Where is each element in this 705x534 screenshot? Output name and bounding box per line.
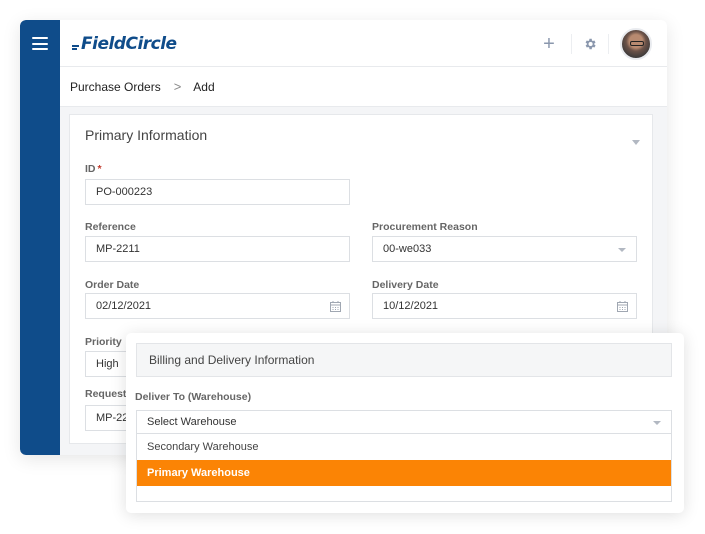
reference-label: Reference xyxy=(85,221,136,233)
plus-icon[interactable]: + xyxy=(538,34,560,54)
chevron-down-icon xyxy=(618,248,626,252)
delivery-date-value: 10/12/2021 xyxy=(383,300,439,312)
sidebar xyxy=(20,20,60,455)
divider xyxy=(608,33,609,54)
breadcrumb-purchase-orders[interactable]: Purchase Orders xyxy=(70,80,161,94)
menu-icon[interactable] xyxy=(32,37,48,50)
breadcrumb: Purchase Orders > Add xyxy=(60,67,667,107)
order-date-input[interactable]: 02/12/2021 xyxy=(85,293,350,319)
gear-icon[interactable] xyxy=(583,37,597,51)
user-avatar[interactable] xyxy=(620,27,652,60)
id-input[interactable]: PO-000223 xyxy=(85,179,350,205)
order-date-value: 02/12/2021 xyxy=(96,300,152,312)
order-date-label: Order Date xyxy=(85,279,140,291)
chevron-down-icon xyxy=(653,421,661,425)
priority-label: Priority xyxy=(85,336,122,348)
warehouse-select[interactable]: Select Warehouse xyxy=(136,410,672,434)
billing-delivery-panel: Billing and Delivery Information Deliver… xyxy=(126,333,684,513)
required-mark: * xyxy=(97,163,102,175)
chevron-right-icon: > xyxy=(173,79,182,94)
procurement-reason-select[interactable]: 00-we033 xyxy=(372,236,637,262)
deliver-to-label: Deliver To (Warehouse) xyxy=(135,391,252,403)
top-bar: FieldCircle + xyxy=(60,20,667,67)
delivery-date-input[interactable]: 10/12/2021 xyxy=(372,293,637,319)
warehouse-dropdown: Secondary Warehouse Primary Warehouse xyxy=(136,434,672,502)
top-actions: + xyxy=(538,20,652,67)
logo-mark-icon xyxy=(72,39,80,50)
option-primary-warehouse[interactable]: Primary Warehouse xyxy=(137,460,671,486)
reference-input[interactable]: MP-2211 xyxy=(85,236,350,262)
id-label: ID * xyxy=(85,163,102,175)
calendar-icon[interactable] xyxy=(617,301,628,312)
warehouse-placeholder: Select Warehouse xyxy=(147,416,237,428)
collapse-caret-icon[interactable] xyxy=(632,140,640,145)
option-secondary-warehouse[interactable]: Secondary Warehouse xyxy=(137,434,671,460)
breadcrumb-add: Add xyxy=(193,79,215,94)
brand-name: FieldCircle xyxy=(81,34,177,54)
fieldcircle-logo[interactable]: FieldCircle xyxy=(72,33,177,55)
section-title: Billing and Delivery Information xyxy=(136,343,672,377)
calendar-icon[interactable] xyxy=(330,301,341,312)
procurement-reason-value: 00-we033 xyxy=(383,243,432,255)
section-title: Primary Information xyxy=(85,127,208,143)
procurement-reason-label: Procurement Reason xyxy=(372,221,478,233)
delivery-date-label: Delivery Date xyxy=(372,279,439,291)
divider xyxy=(571,33,572,54)
